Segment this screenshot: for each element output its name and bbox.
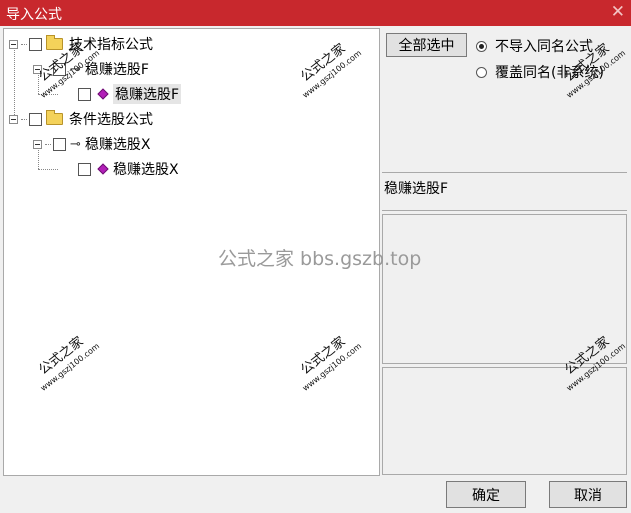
tree-node-condition-select[interactable]: 条件选股公式 bbox=[9, 109, 153, 129]
tree-node-label: 稳赚选股F bbox=[84, 62, 149, 78]
tree-connector bbox=[45, 143, 51, 145]
tree-node-technical-indicators[interactable]: 技术指标公式 bbox=[9, 34, 153, 54]
ok-button[interactable]: 确定 bbox=[446, 481, 526, 508]
radio-overwrite-same-name[interactable]: 覆盖同名(非系统) bbox=[476, 62, 604, 82]
checkbox-icon[interactable] bbox=[78, 87, 91, 101]
tree-connector bbox=[21, 43, 27, 45]
expander-icon[interactable] bbox=[9, 39, 18, 49]
folder-icon bbox=[46, 35, 63, 50]
formula-parameters-panel bbox=[382, 367, 627, 475]
radio-skip-same-name[interactable]: 不导入同名公式 bbox=[476, 36, 593, 56]
checkbox-icon[interactable] bbox=[29, 112, 42, 126]
tree-connector bbox=[38, 169, 58, 170]
window-title: 导入公式 bbox=[6, 7, 62, 23]
formula-description-panel bbox=[382, 214, 627, 364]
title-bar: 导入公式 ✕ bbox=[0, 0, 631, 26]
tree-connector bbox=[21, 118, 27, 120]
formula-gem-icon bbox=[97, 88, 109, 100]
tree-node-label: 稳赚选股X bbox=[84, 137, 151, 153]
radio-label: 覆盖同名(非系统) bbox=[495, 65, 604, 81]
tree-connector bbox=[14, 44, 15, 119]
close-icon[interactable]: ✕ bbox=[611, 2, 625, 22]
tree-node-formula-x[interactable]: ⊸ 稳赚选股X bbox=[33, 134, 151, 154]
tree-node-formula-f[interactable]: ⊸ 稳赚选股F bbox=[33, 59, 149, 79]
expander-icon[interactable] bbox=[33, 139, 42, 149]
tree-connector bbox=[45, 68, 51, 70]
tree-leaf-formula-f[interactable]: 稳赚选股F bbox=[78, 84, 182, 104]
folder-icon bbox=[46, 110, 63, 125]
formula-name: 稳赚选股F bbox=[384, 181, 449, 197]
key-icon: ⊸ bbox=[70, 136, 81, 152]
tree-node-label: 技术指标公式 bbox=[69, 37, 153, 53]
checkbox-icon[interactable] bbox=[29, 37, 42, 51]
cancel-button[interactable]: 取消 bbox=[549, 481, 627, 508]
expander-icon[interactable] bbox=[9, 114, 18, 124]
checkbox-icon[interactable] bbox=[53, 62, 66, 76]
formula-name-panel: 稳赚选股F bbox=[382, 172, 627, 211]
expander-icon[interactable] bbox=[33, 64, 42, 74]
checkbox-icon[interactable] bbox=[53, 137, 66, 151]
watermark-center: 公式之家 bbs.gszb.top bbox=[218, 248, 422, 270]
radio-icon[interactable] bbox=[476, 40, 487, 52]
select-all-button[interactable]: 全部选中 bbox=[386, 33, 467, 57]
radio-icon[interactable] bbox=[476, 66, 487, 78]
tree-leaf-formula-x[interactable]: 稳赚选股X bbox=[78, 159, 179, 179]
tree-node-label: 稳赚选股F bbox=[113, 84, 182, 104]
tree-node-label: 稳赚选股X bbox=[113, 162, 179, 178]
radio-label: 不导入同名公式 bbox=[495, 39, 593, 55]
tree-connector bbox=[38, 94, 58, 95]
tree-node-label: 条件选股公式 bbox=[69, 112, 153, 128]
formula-gem-icon bbox=[97, 163, 109, 175]
checkbox-icon[interactable] bbox=[78, 162, 91, 176]
key-icon: ⊸ bbox=[70, 61, 81, 77]
